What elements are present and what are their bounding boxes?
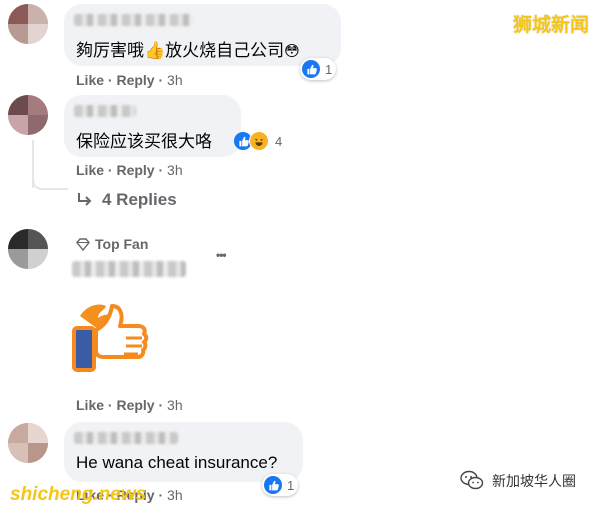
view-replies-link[interactable]: 4 Replies: [76, 190, 177, 210]
top-fan-badge: Top Fan: [76, 236, 148, 252]
commenter-name[interactable]: [74, 14, 194, 26]
thumbs-up-emoji: 👍: [144, 41, 166, 61]
reaction-summary[interactable]: 4: [232, 130, 286, 152]
comment-actions: Like · Reply · 3h: [76, 397, 183, 413]
comment-text: 夠厉害哦: [76, 41, 144, 61]
like-reaction-icon: [264, 476, 282, 494]
diamond-icon: [76, 237, 90, 251]
timestamp[interactable]: 3h: [167, 72, 183, 88]
reaction-summary[interactable]: 1: [262, 474, 299, 496]
like-button[interactable]: Like: [76, 72, 104, 88]
wechat-icon: [460, 470, 484, 490]
comment-actions: Like · Reply · 3h: [76, 72, 183, 88]
comment-actions: Like · Reply · 3h: [76, 162, 183, 178]
like-button[interactable]: Like: [76, 162, 104, 178]
top-fan-label: Top Fan: [95, 236, 149, 252]
reply-button[interactable]: Reply: [116, 162, 154, 178]
comment-bubble: 夠厉害哦👍放火烧自己公司😳: [64, 4, 341, 66]
reply-arrow-icon: [78, 193, 92, 206]
reply-button[interactable]: Reply: [116, 397, 154, 413]
timestamp[interactable]: 3h: [167, 487, 183, 503]
more-options-button[interactable]: •••: [216, 248, 227, 262]
reaction-count: 1: [287, 477, 295, 493]
commenter-name[interactable]: [74, 105, 136, 117]
thread-line: [32, 176, 68, 190]
comment-bubble: He wana cheat insurance?: [64, 422, 303, 482]
commenter-name[interactable]: [72, 261, 186, 277]
flushed-emoji: 😳: [284, 42, 300, 60]
comment-text-continued: 放火烧自己公司: [165, 41, 285, 61]
comment-text: 保险应该买很大咯: [76, 132, 212, 152]
reaction-count: 4: [275, 133, 283, 149]
wechat-watermark: 新加坡华人圈: [460, 470, 576, 492]
avatar[interactable]: [8, 95, 48, 135]
avatar[interactable]: [8, 423, 48, 463]
reaction-count: 1: [325, 61, 333, 77]
commenter-name[interactable]: [74, 432, 178, 444]
like-reaction-icon: [302, 60, 320, 78]
reaction-summary[interactable]: 1: [300, 58, 337, 80]
reply-button[interactable]: Reply: [116, 72, 154, 88]
comment-bubble: 保险应该买很大咯: [64, 95, 241, 157]
timestamp[interactable]: 3h: [167, 397, 183, 413]
avatar[interactable]: [8, 4, 48, 44]
timestamp[interactable]: 3h: [167, 162, 183, 178]
thumbs-up-sticker[interactable]: [68, 296, 152, 380]
replies-count-label: 4 Replies: [102, 190, 177, 209]
like-button[interactable]: Like: [76, 397, 104, 413]
wechat-label: 新加坡华人圈: [492, 473, 576, 489]
avatar[interactable]: [8, 229, 48, 269]
haha-reaction-icon: [249, 131, 269, 151]
watermark-top: 狮城新闻: [512, 15, 589, 36]
watermark-bottom: shicheng.news: [10, 484, 147, 505]
comment-text: He wana cheat insurance?: [76, 453, 278, 472]
